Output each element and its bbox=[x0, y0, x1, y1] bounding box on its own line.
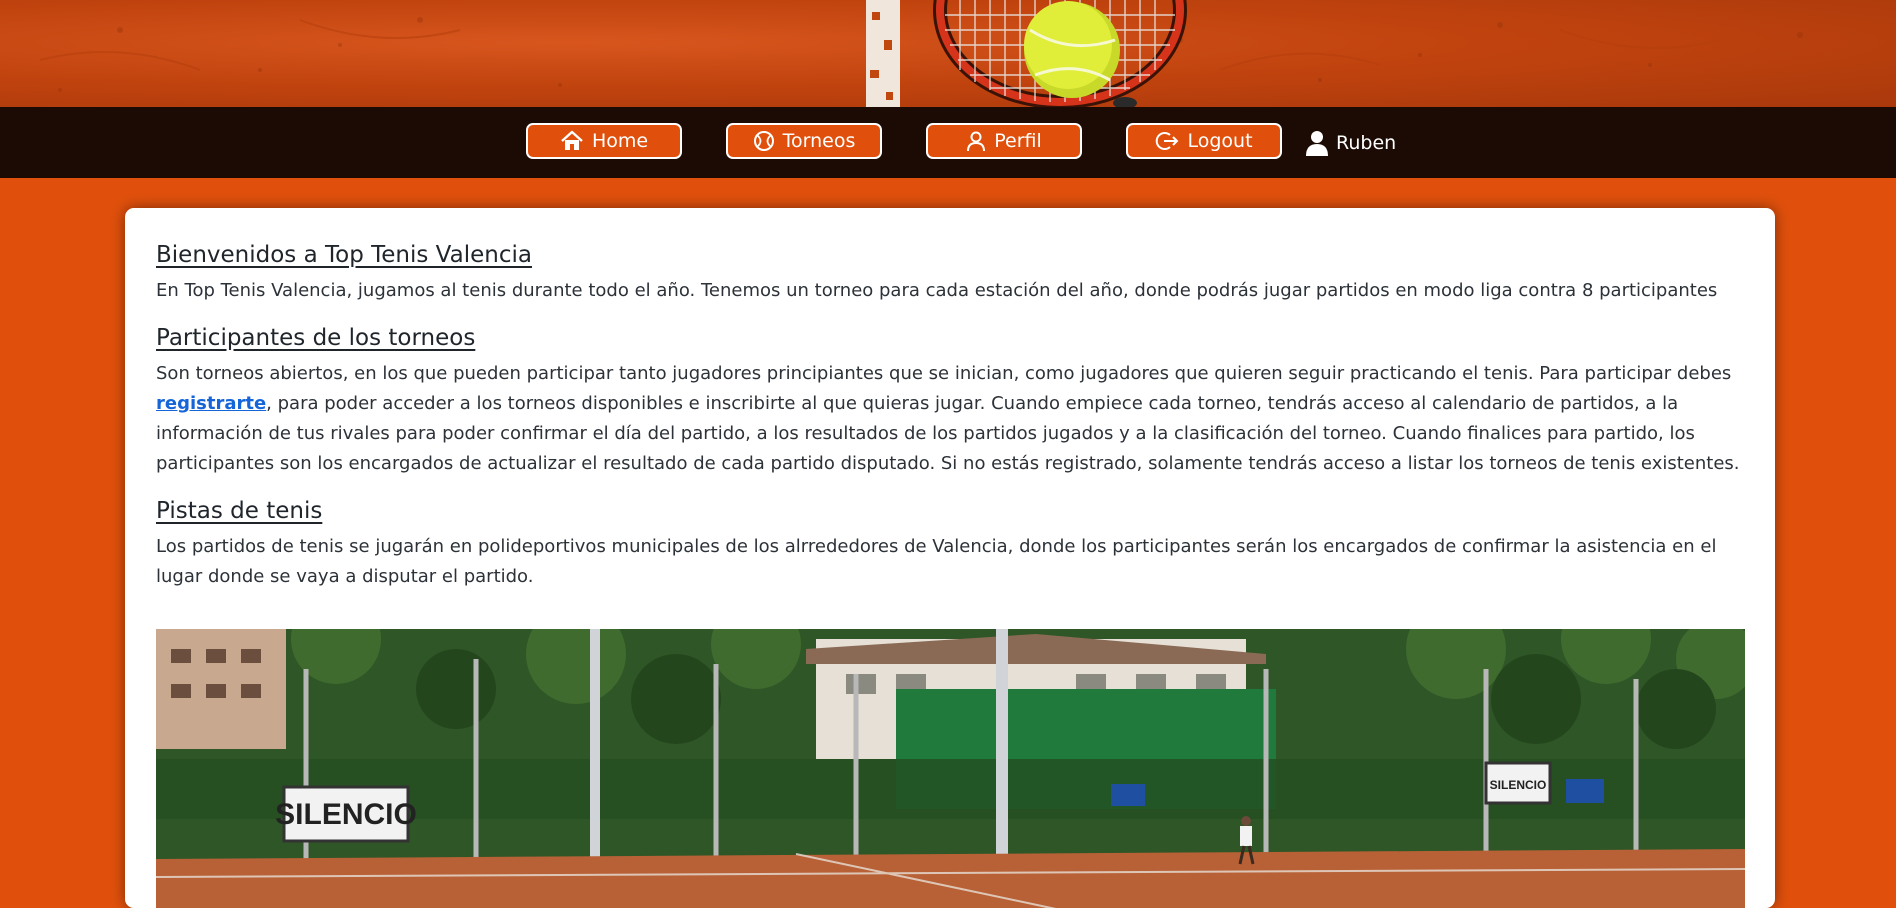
participants-text-after: , para poder acceder a los torneos dispo… bbox=[156, 393, 1740, 474]
logout-button[interactable]: Logout bbox=[1126, 123, 1282, 159]
torneos-button-label: Torneos bbox=[782, 130, 856, 152]
logout-button-label: Logout bbox=[1187, 130, 1253, 152]
clay-court-racket-image bbox=[39, 0, 1803, 107]
home-button[interactable]: Home bbox=[526, 123, 682, 159]
content-area: Bienvenidos a Top Tenis Valencia En Top … bbox=[156, 240, 1746, 609]
perfil-button[interactable]: Perfil bbox=[926, 123, 1082, 159]
section-title-participants: Participantes de los torneos bbox=[156, 325, 476, 351]
tennis-courts-image: SILENCIO SILENCIO bbox=[156, 629, 1745, 908]
perfil-button-label: Perfil bbox=[994, 130, 1042, 152]
silencio-sign-text-2: SILENCIO bbox=[1490, 778, 1547, 792]
user-icon bbox=[1306, 131, 1328, 156]
section-title-courts: Pistas de tenis bbox=[156, 498, 323, 524]
header-banner bbox=[0, 0, 1896, 107]
user-info: Ruben bbox=[1306, 128, 1396, 158]
torneos-button[interactable]: Torneos bbox=[726, 123, 882, 159]
username: Ruben bbox=[1336, 132, 1397, 154]
section-text-participants: Son torneos abiertos, en los que pueden … bbox=[156, 359, 1746, 479]
home-button-label: Home bbox=[591, 130, 649, 152]
tennis-ball-icon bbox=[753, 131, 774, 151]
section-title-welcome: Bienvenidos a Top Tenis Valencia bbox=[156, 242, 532, 268]
register-link[interactable]: registrarte bbox=[156, 393, 266, 414]
tennis-courts-photo: SILENCIO SILENCIO bbox=[156, 629, 1745, 908]
participants-text-before: Son torneos abiertos, en los que pueden … bbox=[156, 363, 1732, 384]
user-outline-icon bbox=[967, 131, 986, 152]
section-text-courts: Los partidos de tenis se jugarán en poli… bbox=[156, 536, 1717, 587]
main-content-card: Bienvenidos a Top Tenis Valencia En Top … bbox=[125, 208, 1775, 908]
home-icon bbox=[561, 130, 583, 150]
logout-icon bbox=[1156, 132, 1179, 150]
section-text-welcome: En Top Tenis Valencia, jugamos al tenis … bbox=[156, 280, 1718, 301]
silencio-sign-text: SILENCIO bbox=[275, 798, 417, 831]
main-navbar: Home Torneos Perfil Logout Ruben bbox=[0, 107, 1896, 178]
